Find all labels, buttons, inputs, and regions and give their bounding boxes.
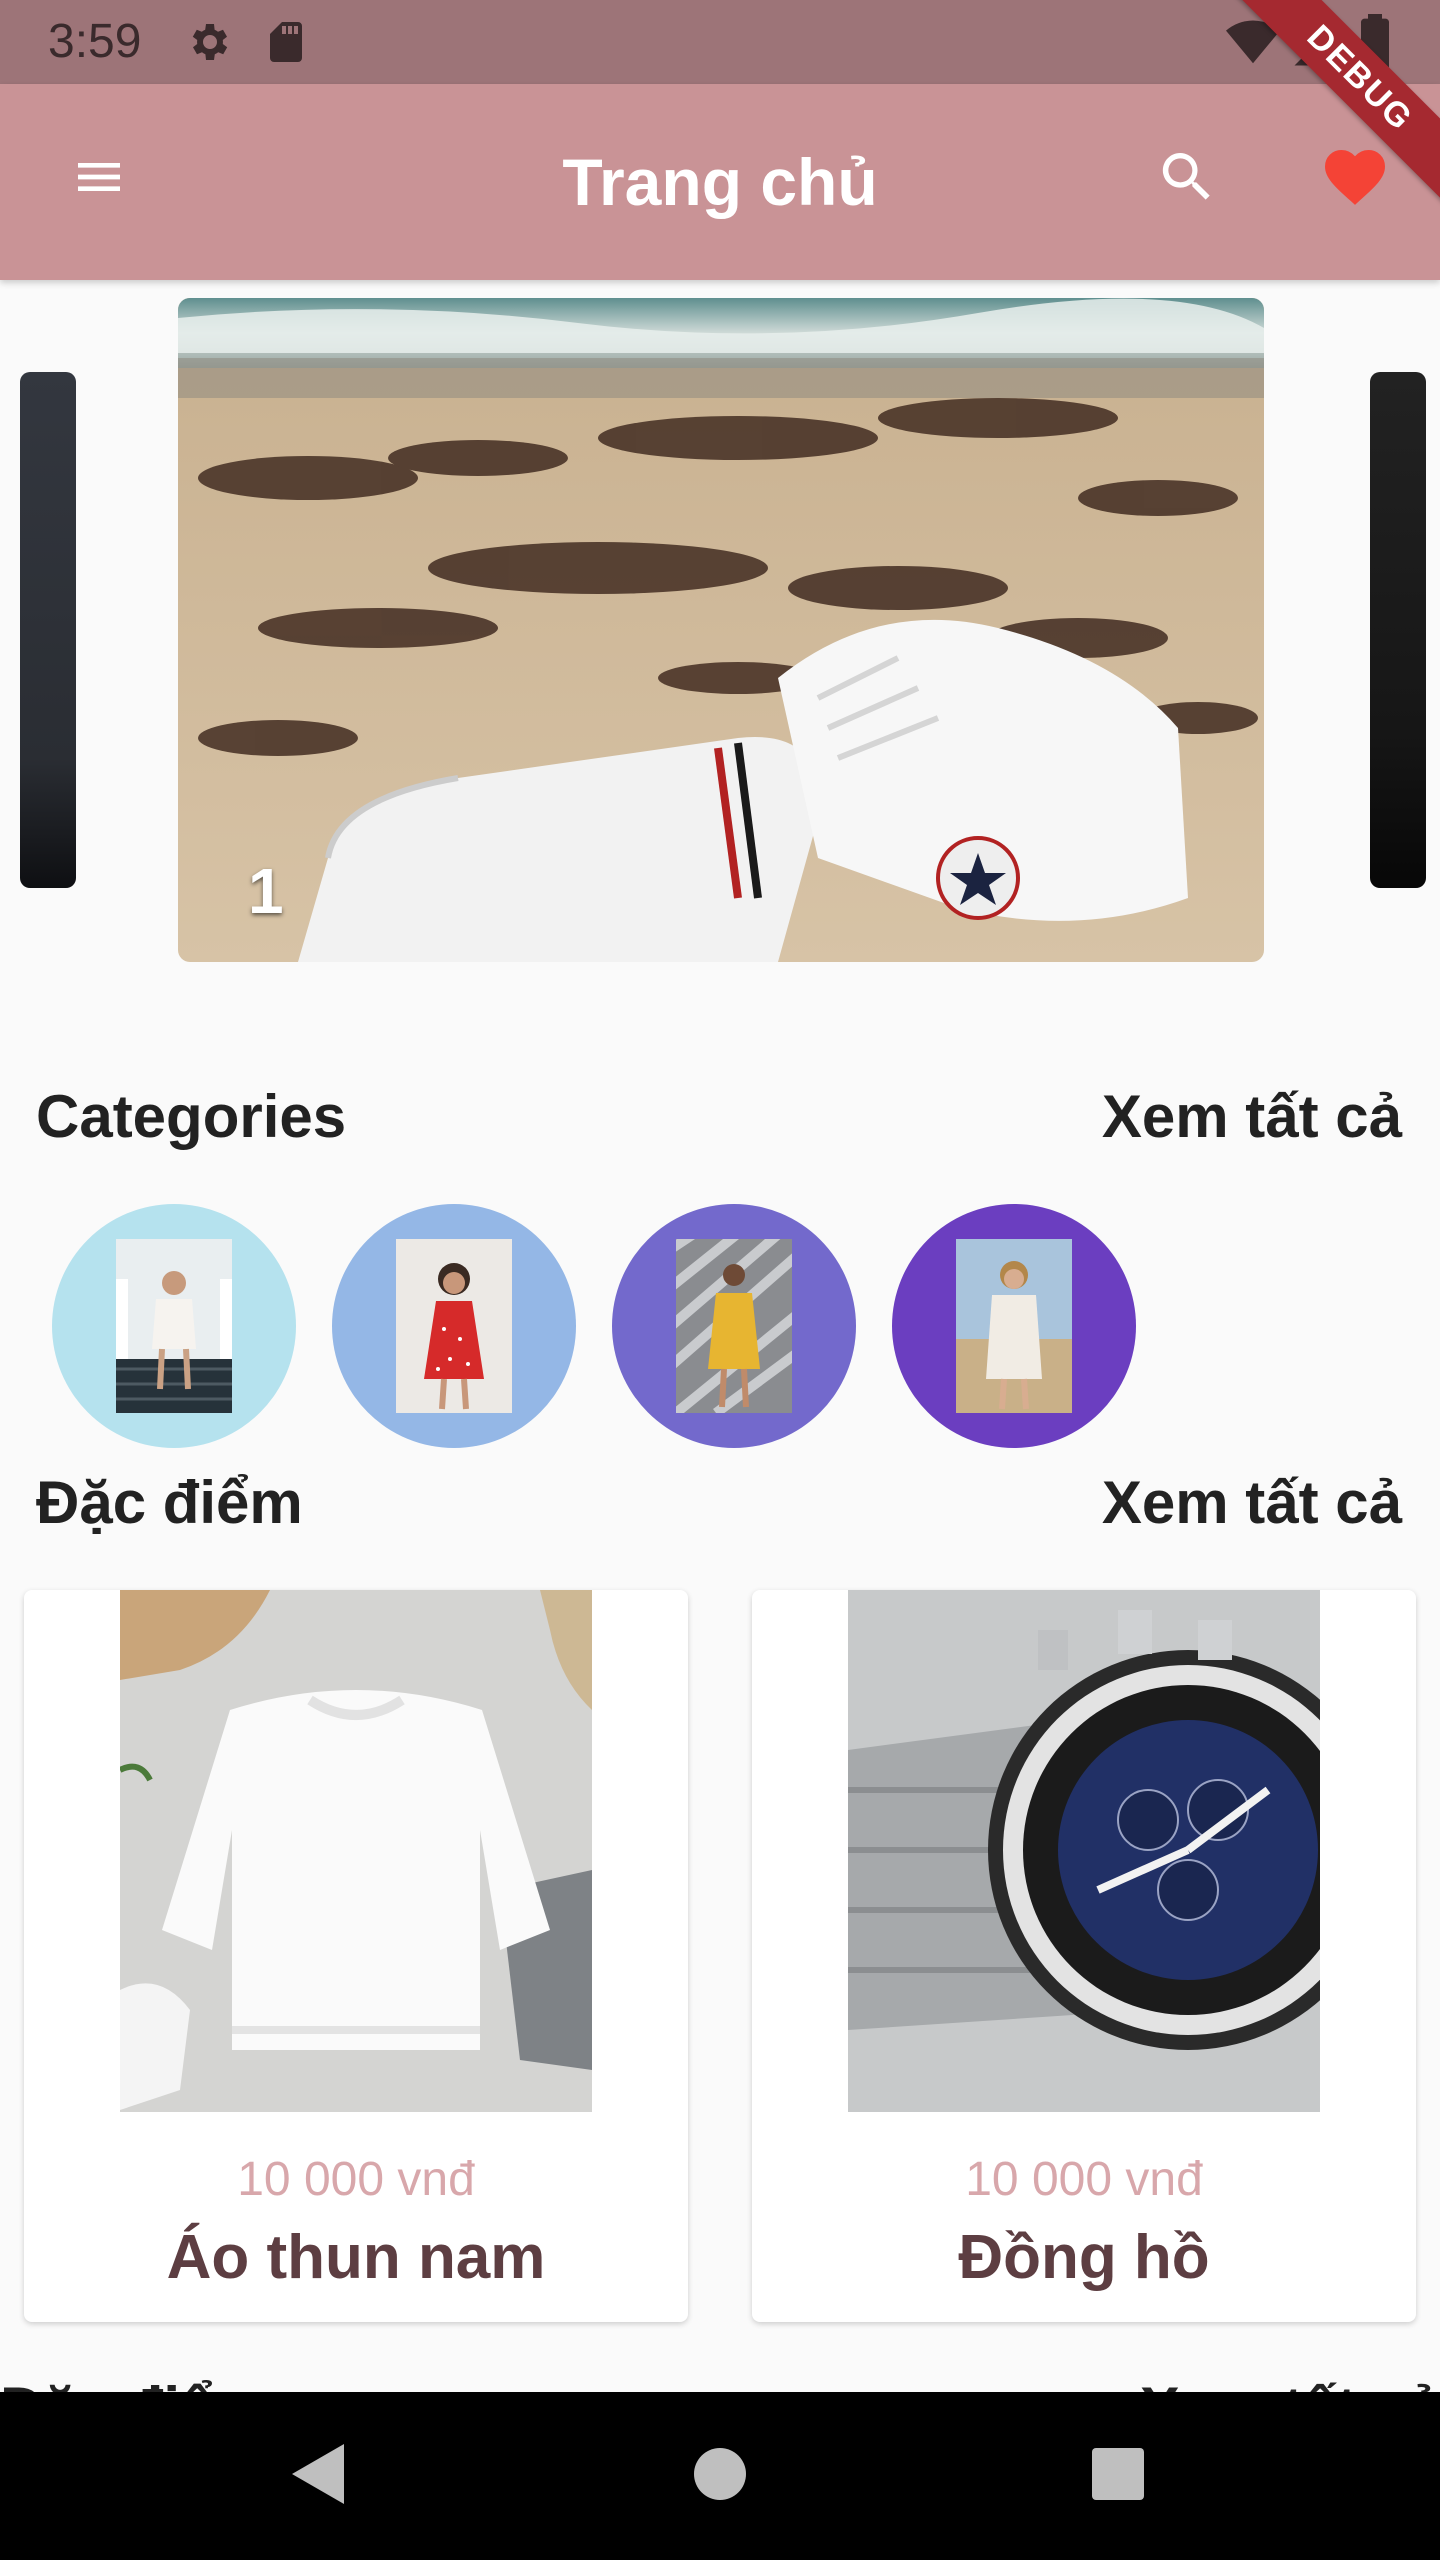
status-time: 3:59 [48, 15, 142, 68]
gear-icon [184, 18, 232, 71]
system-navigation-bar [0, 2392, 1440, 2560]
categories-title: Categories [36, 1083, 347, 1150]
featured-title: Đặc điểm [36, 1469, 303, 1536]
product-name: Đồng hồ [958, 2223, 1210, 2292]
category-item[interactable] [332, 1204, 576, 1448]
home-button[interactable] [678, 2434, 762, 2518]
product-card[interactable]: 10 000 vnđ Đồng hồ [752, 1590, 1416, 2322]
category-item[interactable] [892, 1204, 1136, 1448]
product-price: 10 000 vnđ [237, 2153, 475, 2206]
carousel-current-slide[interactable]: 1 [178, 298, 1264, 962]
home-circle-icon [692, 2446, 748, 2507]
category-item[interactable] [52, 1204, 296, 1448]
search-button[interactable] [1132, 124, 1242, 234]
carousel-index: 1 [248, 855, 284, 927]
search-icon [1155, 145, 1219, 214]
category-image [956, 1239, 1072, 1413]
categories-see-all-link[interactable]: Xem tất cả [1102, 1082, 1402, 1151]
product-price: 10 000 vnđ [965, 2153, 1203, 2206]
category-image [116, 1239, 232, 1413]
back-triangle-icon [288, 2442, 348, 2511]
status-bar: 3:59 [0, 0, 1440, 84]
image-carousel[interactable]: 1 [0, 280, 1440, 1000]
carousel-prev-slide[interactable] [20, 372, 76, 888]
product-card[interactable]: 10 000 vnđ Áo thun nam [24, 1590, 688, 2322]
product-name: Áo thun nam [166, 2223, 546, 2292]
featured-see-all-link[interactable]: Xem tất cả [1102, 1468, 1402, 1537]
category-image [396, 1239, 512, 1413]
product-image [120, 1590, 592, 2112]
carousel-next-slide[interactable] [1370, 372, 1426, 888]
back-button[interactable] [276, 2434, 360, 2518]
product-image [848, 1590, 1320, 2112]
heart-icon [1319, 141, 1391, 218]
app-bar: Trang chủ [0, 84, 1440, 280]
category-image [676, 1239, 792, 1413]
recents-square-icon [1090, 2446, 1146, 2507]
category-item[interactable] [612, 1204, 856, 1448]
beach-sneakers-image [178, 298, 1264, 962]
recents-button[interactable] [1076, 2434, 1160, 2518]
sd-card-icon [262, 18, 310, 71]
